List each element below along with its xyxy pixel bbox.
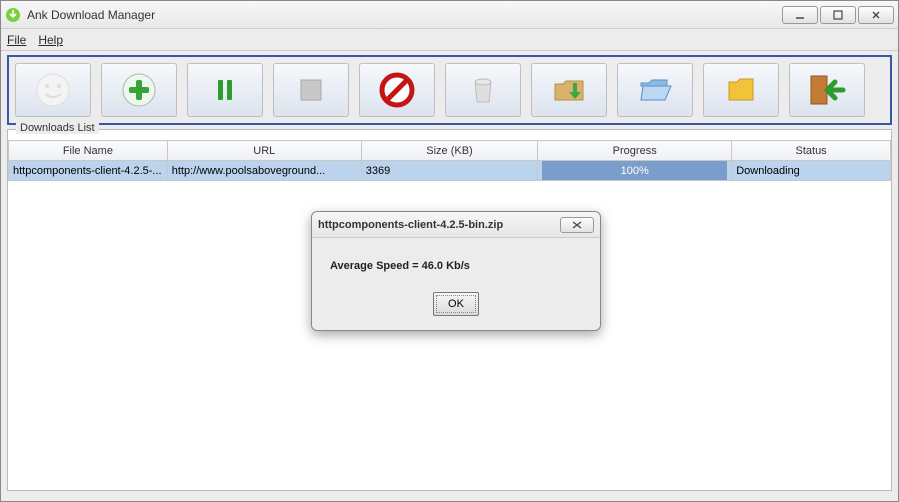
main-window: Ank Download Manager File Help [0,0,899,502]
smile-button[interactable] [15,63,91,117]
smile-icon [33,70,73,110]
speed-dialog: httpcomponents-client-4.2.5-bin.zip Aver… [311,211,601,331]
downloads-table: File Name URL Size (KB) Progress Status … [8,140,891,181]
export-folder-icon [721,70,761,110]
stop-icon [291,70,331,110]
trash-button[interactable] [445,63,521,117]
minimize-button[interactable] [782,6,818,24]
add-button[interactable] [101,63,177,117]
download-folder-icon [549,70,589,110]
menubar: File Help [1,29,898,51]
col-size[interactable]: Size (KB) [361,141,537,161]
open-folder-button[interactable] [617,63,693,117]
cell-url: http://www.poolsaboveground... [167,161,361,181]
pause-icon [205,70,245,110]
cell-progress: 100% [538,161,732,181]
toolbar [7,55,892,125]
progress-bar: 100% [542,161,727,180]
stop-button[interactable] [273,63,349,117]
dialog-titlebar: httpcomponents-client-4.2.5-bin.zip [312,212,600,238]
menu-file[interactable]: File [7,33,26,47]
dialog-ok-button[interactable]: OK [433,292,479,316]
download-folder-button[interactable] [531,63,607,117]
downloads-group-label: Downloads List [16,122,99,134]
col-url[interactable]: URL [167,141,361,161]
cell-file: httpcomponents-client-4.2.5-... [9,161,168,181]
open-folder-icon [635,70,675,110]
export-folder-button[interactable] [703,63,779,117]
exit-icon [805,70,849,110]
titlebar: Ank Download Manager [1,1,898,29]
dialog-message: Average Speed = 46.0 Kb/s [330,260,582,272]
cancel-icon [377,70,417,110]
window-controls [782,6,894,24]
dialog-title: httpcomponents-client-4.2.5-bin.zip [318,219,560,231]
col-file[interactable]: File Name [9,141,168,161]
cell-size: 3369 [361,161,537,181]
app-icon [5,7,21,23]
cancel-button[interactable] [359,63,435,117]
col-status[interactable]: Status [732,141,891,161]
maximize-button[interactable] [820,6,856,24]
exit-button[interactable] [789,63,865,117]
table-row[interactable]: httpcomponents-client-4.2.5-... http://w… [9,161,891,181]
menu-help[interactable]: Help [38,33,63,47]
col-progress[interactable]: Progress [538,141,732,161]
cell-status: Downloading [732,161,891,181]
table-header-row: File Name URL Size (KB) Progress Status [9,141,891,161]
pause-button[interactable] [187,63,263,117]
add-icon [119,70,159,110]
dialog-close-button[interactable] [560,217,594,233]
dialog-body: Average Speed = 46.0 Kb/s OK [312,238,600,330]
window-title: Ank Download Manager [27,8,782,22]
progress-text: 100% [542,161,727,180]
close-button[interactable] [858,6,894,24]
trash-icon [463,70,503,110]
